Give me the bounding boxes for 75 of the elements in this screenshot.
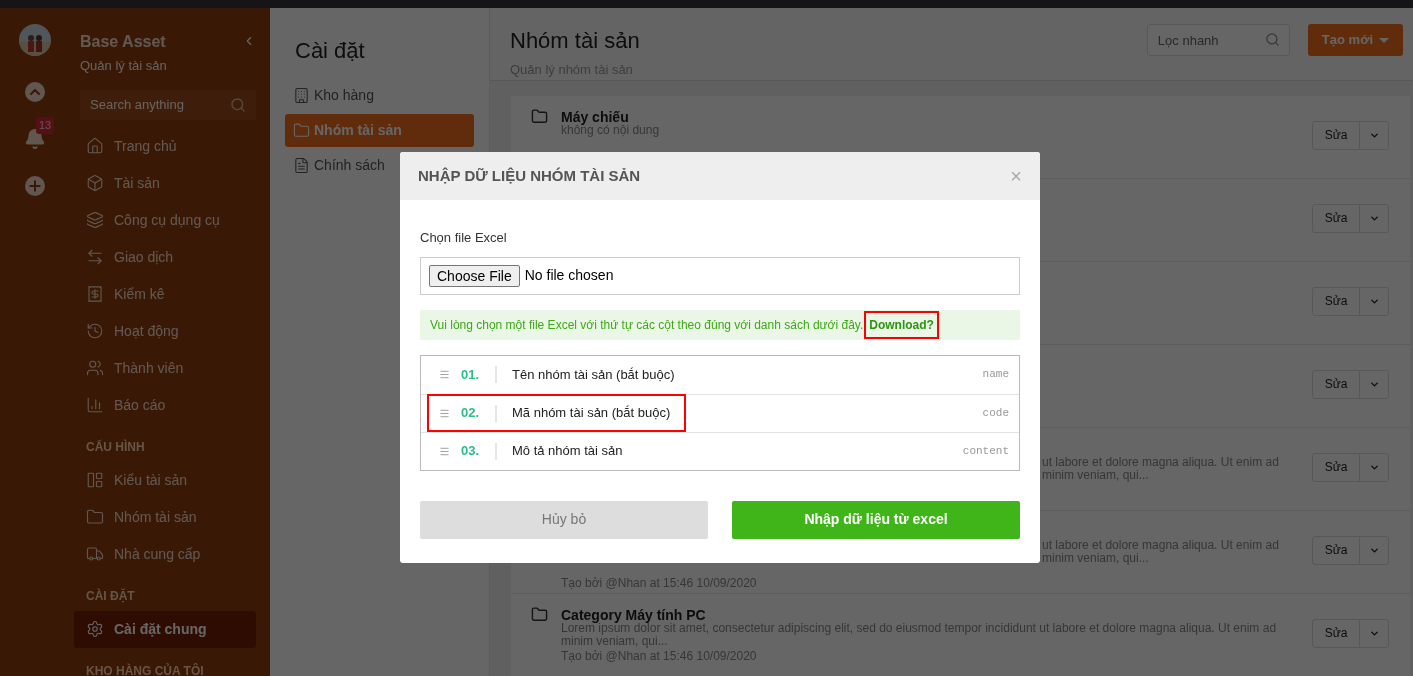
notification-bell-icon[interactable] — [24, 128, 46, 150]
sidebar-item[interactable]: Báo cáo — [74, 386, 256, 424]
column-number: 03. — [461, 442, 481, 461]
column-row[interactable]: 01. Tên nhóm tài sản (bắt buộc) name — [421, 355, 1019, 394]
caret-icon — [1379, 37, 1389, 43]
column-key: content — [962, 442, 1009, 460]
cancel-button[interactable]: Hủy bỏ — [420, 500, 708, 539]
users-icon — [86, 359, 104, 377]
column-label: Mô tả nhóm tài sản — [512, 442, 623, 461]
sidebar-item[interactable]: Nhà cung cấp — [74, 535, 256, 573]
file-input-field[interactable]: Choose File No file chosen — [420, 256, 1020, 295]
column-row[interactable]: 02. Mã nhóm tài sản (bắt buộc) code — [421, 393, 1019, 432]
sidebar-item[interactable]: Trang chủ — [74, 127, 256, 165]
receipt-icon — [86, 285, 104, 303]
arrows-icon — [86, 248, 104, 266]
bar-chart-icon — [86, 396, 104, 414]
filter-field[interactable]: Lọc nhanh — [1146, 24, 1290, 56]
close-button[interactable]: × — [1010, 166, 1022, 186]
column-key: name — [982, 366, 1009, 383]
download-link[interactable]: Download? — [864, 310, 939, 339]
building-icon — [293, 87, 310, 104]
layers-icon — [86, 211, 104, 229]
layout-icon — [86, 471, 104, 489]
app-subtitle: Quản lý tài sản — [80, 57, 167, 75]
box-icon — [86, 174, 104, 192]
group-title[interactable]: Máy chiếu — [561, 108, 629, 125]
search-icon — [1264, 32, 1280, 47]
truck-icon — [86, 545, 104, 563]
choose-file-button[interactable]: Choose File — [429, 264, 520, 287]
sidebar-item[interactable]: Hoạt động — [74, 312, 256, 350]
history-icon — [86, 322, 104, 340]
sidebar-item[interactable]: Tài sản — [74, 164, 256, 202]
drag-handle-icon[interactable] — [439, 445, 450, 457]
sidebar-item[interactable]: Công cụ dụng cụ — [74, 201, 256, 239]
folder-icon — [531, 107, 548, 125]
search-field[interactable]: Search anything — [80, 89, 256, 120]
notice-text: Vui lòng chọn một file Excel với thứ tự các cột theo đúng với danh sách dưới đây. — [430, 316, 864, 334]
section-heading: CẤU HÌNH — [85, 438, 146, 456]
drag-handle-icon[interactable] — [439, 369, 450, 380]
sidebar-item[interactable]: Nhóm tài sản — [74, 498, 256, 536]
folder-icon — [531, 605, 548, 623]
sidebar-item[interactable]: Thành viên — [74, 349, 256, 387]
sidebar-item[interactable]: Cài đặt chung — [74, 610, 256, 648]
sidebar-item[interactable]: Giao dịch — [74, 238, 256, 276]
page-title: Nhóm tài sản — [510, 27, 640, 55]
file-status: No file chosen — [524, 266, 614, 285]
folder-icon — [86, 508, 104, 526]
settings-menu-item[interactable]: Kho hàng — [285, 79, 474, 112]
sidebar-item[interactable]: Kiểu tài sản — [74, 461, 256, 499]
column-number: 02. — [461, 404, 481, 423]
folder-icon — [293, 122, 310, 139]
dialog-title: NHẬP DỮ LIỆU NHÓM TÀI SẢN — [418, 165, 641, 186]
drag-handle-icon[interactable] — [439, 407, 450, 419]
add-icon[interactable] — [25, 176, 45, 196]
home-icon — [86, 137, 104, 155]
section-heading: CÀI ĐẶT — [85, 587, 136, 605]
collapse-icon[interactable] — [25, 82, 45, 102]
document-icon — [293, 157, 310, 174]
section-heading: KHO HÀNG CỦA TÔI — [85, 662, 205, 676]
create-button[interactable]: Tạo mới — [1307, 24, 1403, 56]
import-button[interactable]: Nhập dữ liệu từ excel — [732, 500, 1020, 539]
column-key: code — [982, 404, 1009, 422]
column-label: Mã nhóm tài sản (bắt buộc) — [512, 404, 671, 423]
app-title: Base Asset — [80, 32, 167, 52]
column-row[interactable]: 03. Mô tả nhóm tài sản content — [421, 431, 1019, 470]
panel-title: Cài đặt — [294, 37, 366, 65]
notification-count: 13 — [36, 117, 55, 134]
column-label: Tên nhóm tài sản (bắt buộc) — [512, 365, 675, 384]
search-icon — [230, 96, 246, 113]
column-number: 01. — [461, 365, 481, 384]
settings-menu-item[interactable]: Nhóm tài sản — [285, 114, 474, 147]
group-title[interactable]: Category Máy tính PC — [561, 606, 706, 623]
field-label: Chọn file Excel — [420, 229, 508, 247]
sidebar-item[interactable]: Kiểm kê — [74, 275, 256, 313]
settings-icon — [86, 620, 104, 638]
